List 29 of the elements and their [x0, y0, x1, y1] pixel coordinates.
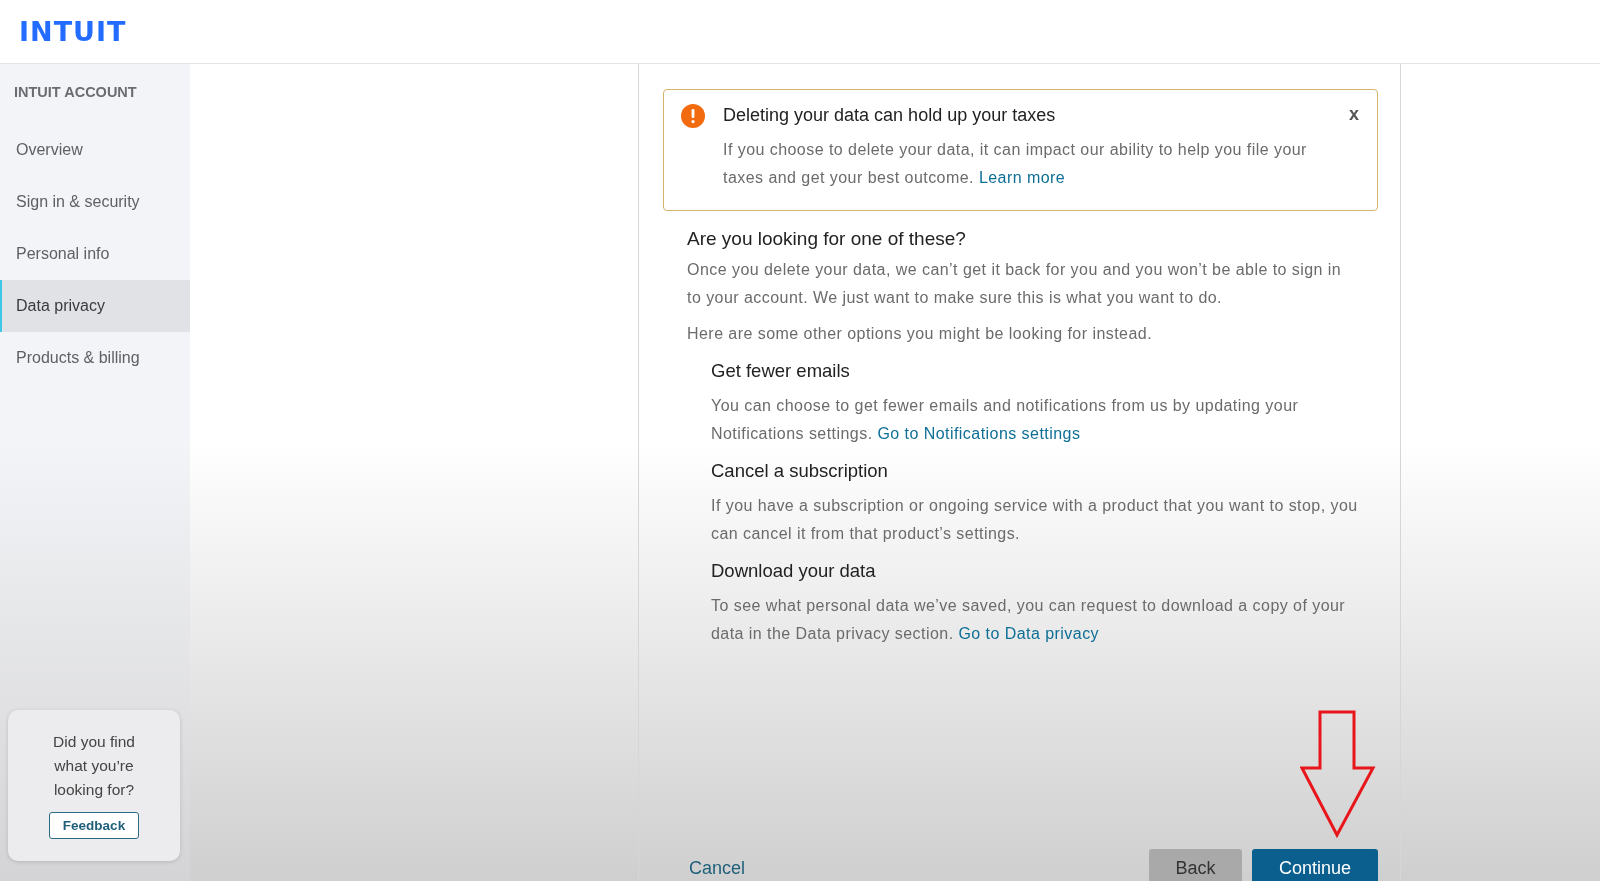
option-title: Get fewer emails [711, 360, 851, 382]
info-paragraph: Here are some other options you might be looking for instead. [687, 324, 1154, 344]
sidebar-item[interactable]: Products & billing [0, 332, 190, 384]
close-button[interactable]: x [1349, 102, 1359, 128]
feedback-question: Did you find what you’re looking for? [52, 732, 136, 800]
learn-more-link[interactable]: Learn more [978, 169, 1066, 186]
sidebar-heading: INTUIT ACCOUNT [13, 83, 138, 102]
cancel-link[interactable]: Cancel [689, 858, 746, 881]
option-text: You can choose to get fewer emails and notifications from us by updating your Notifications settings. Go to Notifications settings [711, 396, 1300, 444]
option-link[interactable]: Go to Notifications settings [877, 425, 1081, 442]
sidebar-item[interactable]: Personal info [0, 228, 190, 280]
alert-title: Deleting your data can hold up your taxes [723, 104, 1057, 127]
option-text: To see what personal data we’ve saved, you can request to download a copy of your data in the Data privacy section. Go to Data privacy [711, 596, 1347, 644]
intuit-logo: INTUIT [19, 16, 127, 47]
warning-icon [681, 104, 705, 128]
feedback-button[interactable]: Feedback [48, 812, 140, 839]
continue-button[interactable]: Continue [1252, 849, 1378, 881]
alert-text: If you choose to delete your data, it can impact our ability to help you file your taxes and get your best outcome. Learn more [723, 140, 1308, 188]
sidebar-item[interactable]: Data privacy [0, 280, 190, 332]
option-text: If you have a subscription or ongoing service with a product that you want to stop, you can cancel it from that product’s settings. [711, 496, 1359, 544]
back-button[interactable]: Back [1149, 849, 1242, 881]
option-title: Download your data [711, 560, 877, 582]
option-title: Cancel a subscription [711, 460, 889, 482]
option-link[interactable]: Go to Data privacy [958, 625, 1100, 642]
section-heading: Are you looking for one of these? [687, 228, 967, 250]
sidebar-item[interactable]: Sign in & security [0, 176, 190, 228]
info-paragraph: Once you delete your data, we can’t get it back for you and you won’t be able to sign in to your account. We just want to make sure this is what you want to do. [687, 260, 1343, 308]
down-arrow-icon [1300, 710, 1376, 838]
sidebar-item[interactable]: Overview [0, 124, 190, 176]
